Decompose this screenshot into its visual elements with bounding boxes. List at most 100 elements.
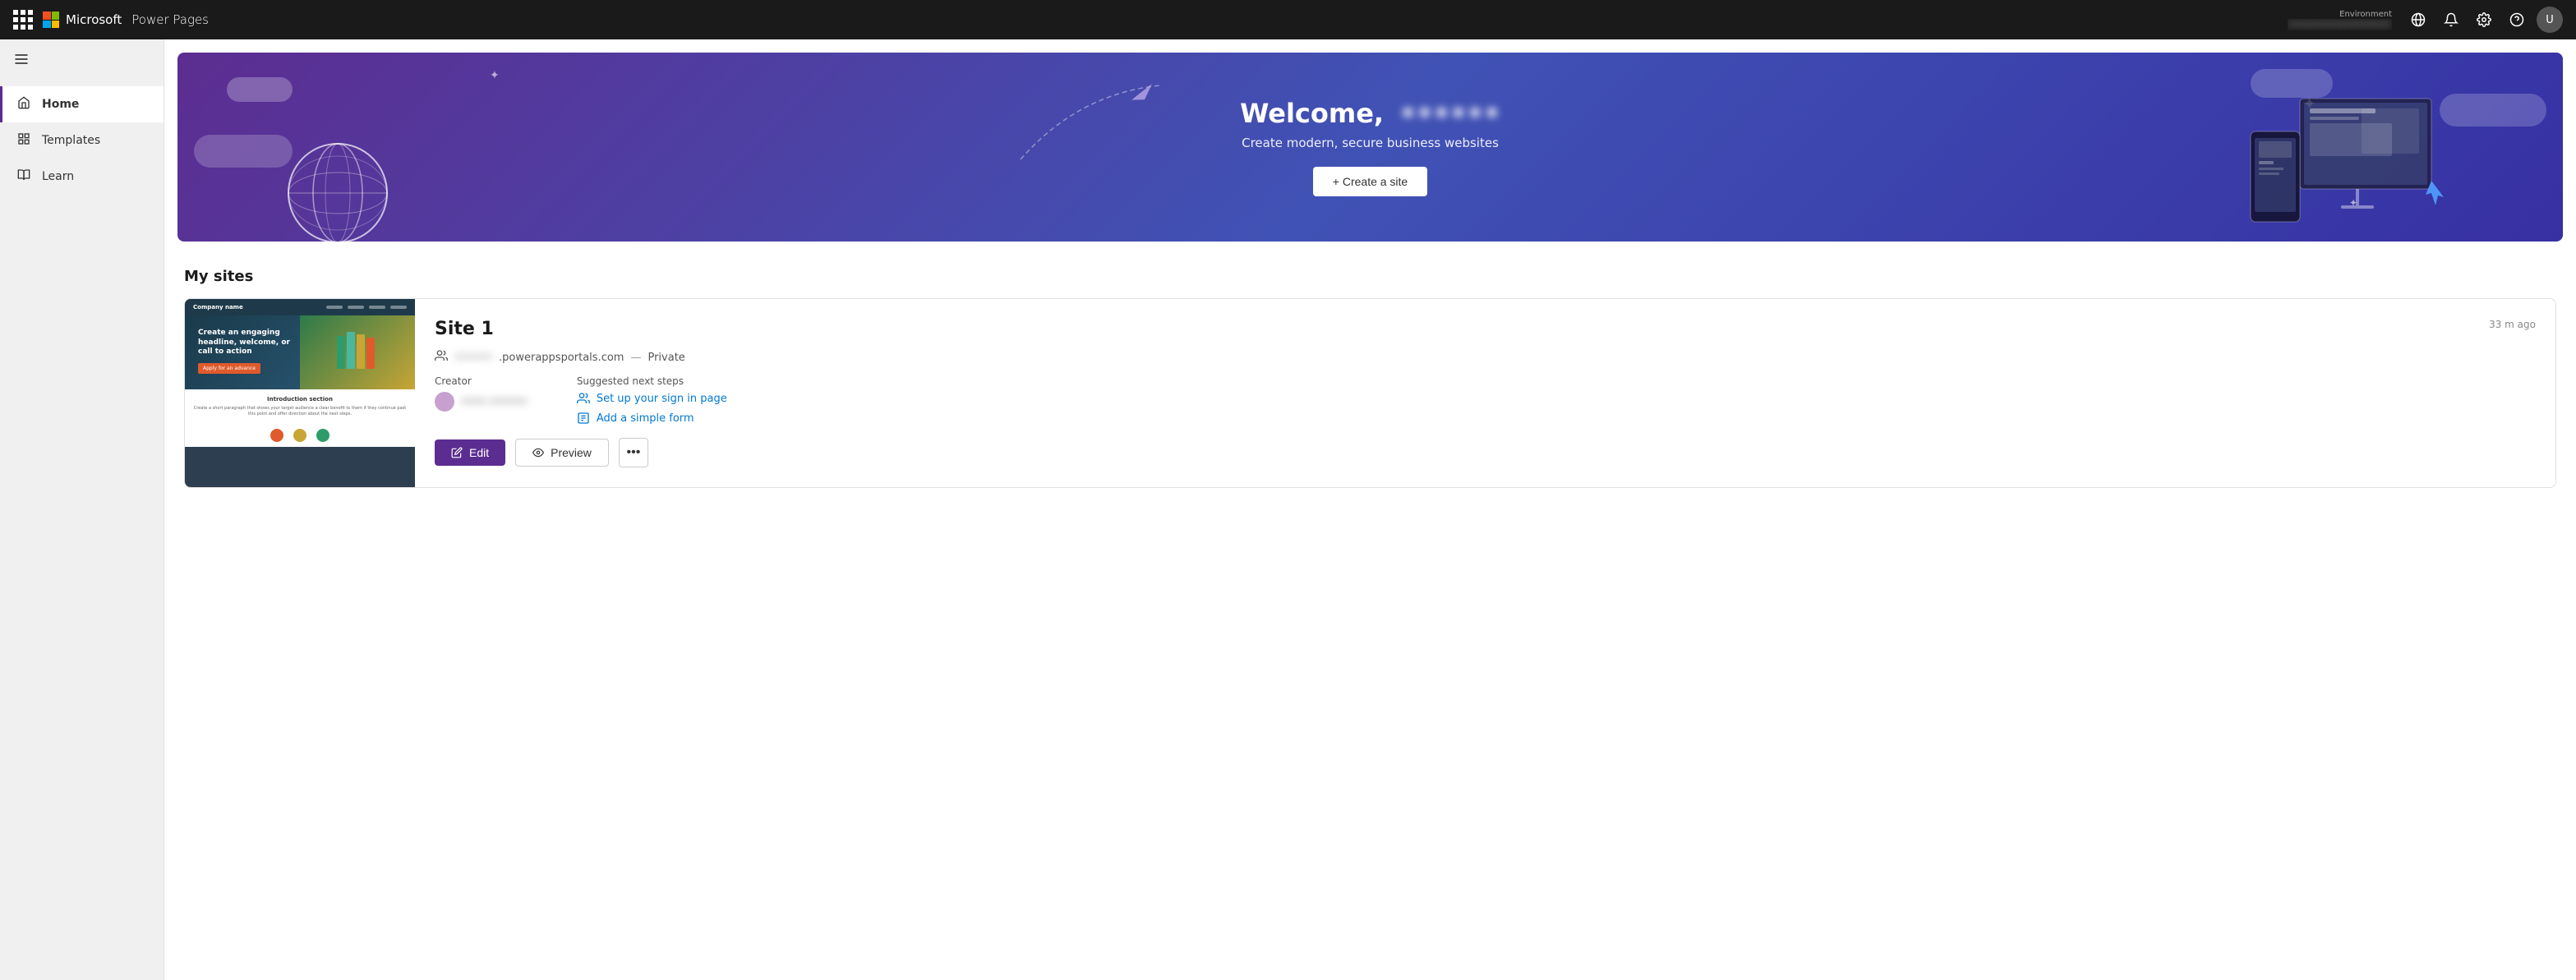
cloud-left-mid [194, 135, 293, 168]
hero-content: Welcome, •••••• Create modern, secure bu… [1240, 98, 1500, 196]
app-logo: Microsoft Power Pages [43, 12, 209, 28]
topbar-right: Environment •••••••••••••••••• U [2288, 7, 2563, 33]
environment-selector[interactable]: Environment •••••••••••••••••• [2288, 10, 2392, 30]
thumb-nav: Company name [185, 299, 415, 315]
thumb-headline: Create an engaging headline, welcome, or… [198, 329, 300, 357]
environment-name: •••••••••••••••••• [2288, 19, 2392, 30]
sidebar-nav: Home Templates Learn [0, 83, 164, 198]
step-form-label: Add a simple form [597, 412, 694, 425]
thumb-icon-3 [316, 429, 329, 442]
step-signin-label: Set up your sign in page [597, 393, 727, 405]
sidebar-item-learn[interactable]: Learn [0, 159, 164, 195]
form-icon [577, 412, 590, 425]
more-options-button[interactable]: ••• [619, 438, 648, 467]
creator-name: •••• •••••• [461, 396, 528, 408]
user-avatar[interactable]: U [2537, 7, 2563, 33]
environment-label: Environment [2339, 10, 2392, 19]
tech-devices [2234, 82, 2464, 242]
site-url-domain: .powerappsportals.com [499, 352, 624, 364]
site-name: Site 1 [435, 319, 2536, 339]
settings-btn[interactable] [2471, 7, 2497, 33]
help-btn[interactable] [2504, 7, 2530, 33]
bell-icon [2444, 12, 2458, 27]
thumb-company-name: Company name [193, 304, 243, 311]
notifications-btn[interactable] [2438, 7, 2464, 33]
creator-row: •••• •••••• [435, 392, 528, 412]
paper-plane-svg [1012, 77, 1177, 176]
edit-button[interactable]: Edit [435, 439, 505, 466]
environment-icon [2411, 12, 2426, 27]
hero-subtitle: Create modern, secure business websites [1240, 136, 1500, 150]
sidebar-templates-label: Templates [42, 134, 100, 147]
help-icon [2509, 12, 2524, 27]
site-url-prefix: •••••• [454, 352, 492, 364]
hamburger-icon [13, 51, 30, 67]
site-actions: Edit Preview ••• [435, 438, 2536, 467]
creator-avatar [435, 392, 454, 412]
sparkle-1: ✦ [2302, 94, 2316, 113]
sidebar-home-label: Home [42, 98, 79, 111]
thumb-icon-1 [270, 429, 283, 442]
suggested-steps-col: Suggested next steps Set up your sign in… [577, 375, 727, 425]
site-privacy: Private [647, 352, 684, 364]
preview-label: Preview [551, 446, 592, 459]
cloud-left-top [227, 77, 293, 102]
hero-username: •••••• [1399, 98, 1500, 129]
step-signin[interactable]: Set up your sign in page [577, 392, 727, 405]
cloud-right-mid [2440, 94, 2546, 127]
site-card: Company name Create an engaging headline… [184, 298, 2556, 488]
environment-icon-btn[interactable] [2405, 7, 2431, 33]
signin-icon [577, 392, 590, 405]
edit-label: Edit [469, 446, 489, 459]
app-name: Microsoft [66, 12, 122, 27]
sidebar-item-templates[interactable]: Templates [0, 122, 164, 159]
waffle-menu[interactable] [13, 10, 33, 30]
templates-icon [16, 132, 32, 149]
creator-label: Creator [435, 375, 528, 387]
preview-icon [532, 447, 544, 458]
sparkle-3: ✦ [2349, 197, 2357, 209]
thumb-intro-title: Introduction section [191, 396, 408, 403]
gear-icon [2477, 12, 2491, 27]
preview-button[interactable]: Preview [515, 439, 609, 467]
home-icon [16, 96, 32, 113]
thumb-intro: Introduction section Create a short para… [185, 389, 415, 424]
learn-icon [16, 168, 32, 185]
creator-col: Creator •••• •••••• [435, 375, 528, 425]
globe-container [284, 140, 391, 242]
sparkle-2: ✦ [490, 69, 500, 82]
my-sites-section: My sites Company name Cr [164, 255, 2576, 501]
site-url-icon [435, 349, 448, 366]
more-icon: ••• [627, 445, 641, 460]
sidebar-toggle[interactable] [0, 39, 164, 83]
create-site-button[interactable]: + Create a site [1313, 167, 1427, 196]
cloud-right-top [2251, 69, 2333, 98]
suggested-steps: Set up your sign in page Add a simple fo… [577, 392, 727, 425]
main-content: ✦ ✦ ✦ [164, 39, 2576, 980]
hero-welcome-text: Welcome, [1240, 98, 1384, 129]
thumb-hero-img [300, 315, 415, 389]
thumb-books-icon [333, 328, 382, 377]
sidebar-item-home[interactable]: Home [0, 86, 164, 122]
globe-svg [284, 140, 391, 242]
edit-icon [451, 447, 463, 458]
hero-title: Welcome, •••••• [1240, 98, 1500, 129]
thumb-hero: Create an engaging headline, welcome, or… [185, 315, 415, 389]
suggested-steps-label: Suggested next steps [577, 375, 727, 387]
paper-plane-trail [1012, 77, 1177, 179]
sidebar: Home Templates Learn [0, 39, 164, 980]
my-sites-title: My sites [184, 268, 2556, 285]
app-product-name: Power Pages [131, 12, 209, 27]
site-info: 33 m ago Site 1 •••••• .powerappsportals… [415, 299, 2555, 487]
topbar: Microsoft Power Pages Environment ••••••… [0, 0, 2576, 39]
thumb-intro-text: Create a short paragraph that shows your… [191, 406, 408, 417]
app-body: Home Templates Learn [0, 39, 2576, 980]
site-thumbnail: Company name Create an engaging headline… [185, 299, 415, 487]
step-form[interactable]: Add a simple form [577, 412, 727, 425]
sidebar-learn-label: Learn [42, 170, 74, 183]
microsoft-logo [43, 12, 59, 28]
thumb-cta-btn: Apply for an advance [198, 363, 260, 374]
thumb-icon-2 [293, 429, 306, 442]
site-url-row: •••••• .powerappsportals.com — Private [435, 349, 2536, 366]
hero-banner: ✦ ✦ ✦ [177, 53, 2563, 242]
